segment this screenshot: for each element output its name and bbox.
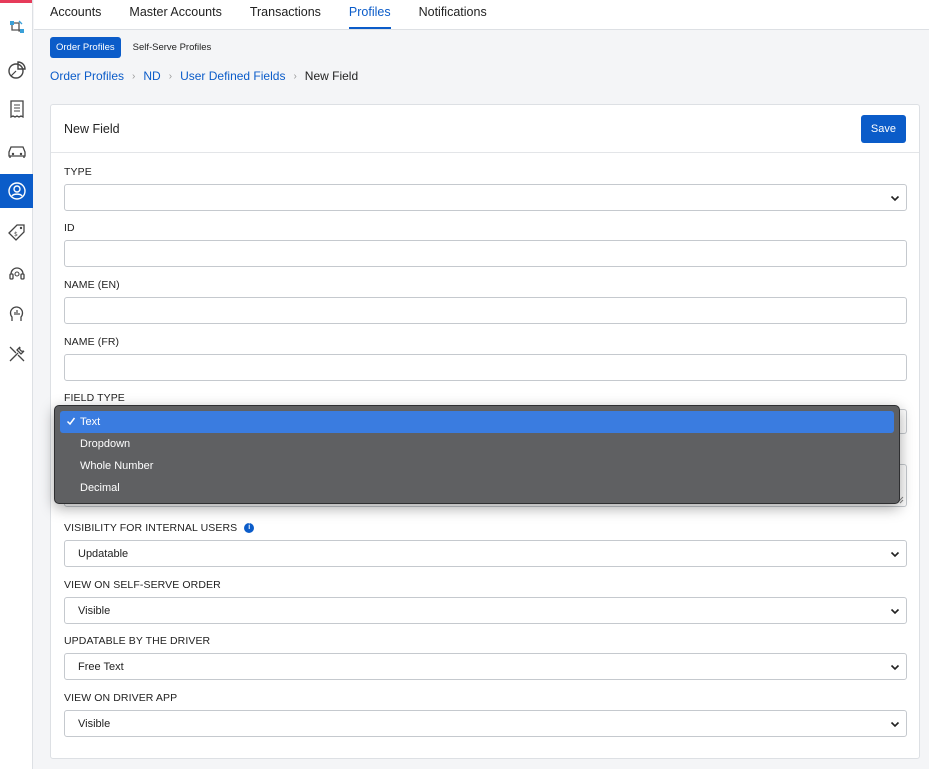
pie-chart-icon[interactable] (0, 53, 33, 87)
name-en-label: NAME (EN) (64, 278, 120, 291)
type-select[interactable] (64, 184, 907, 211)
field-type-field: FIELD TYPE (64, 391, 907, 404)
name-en-field: NAME (EN) (64, 278, 907, 324)
tab-master-accounts[interactable]: Master Accounts (129, 5, 221, 29)
id-field: ID (64, 221, 907, 267)
updatable-driver-value: Free Text (78, 660, 124, 673)
app: $ Accounts Master Accounts Transactions … (0, 0, 929, 769)
tab-notifications[interactable]: Notifications (419, 5, 487, 29)
brand-strip (0, 0, 32, 3)
visibility-internal-select[interactable]: Updatable (64, 540, 907, 567)
visibility-internal-label: VISIBILITY FOR INTERNAL USERS i (64, 521, 907, 534)
option-label: Dropdown (80, 438, 131, 450)
view-driver-app-label: VIEW ON DRIVER APP (64, 691, 178, 704)
view-self-serve-label: VIEW ON SELF-SERVE ORDER (64, 578, 221, 591)
name-en-input[interactable] (64, 297, 907, 324)
visibility-internal-value: Updatable (78, 547, 129, 560)
checkmark-icon (66, 417, 76, 426)
svg-text:$: $ (14, 231, 18, 238)
receipt-icon[interactable] (0, 92, 33, 126)
breadcrumb-order-profiles[interactable]: Order Profiles (50, 69, 124, 83)
price-tag-icon[interactable]: $ (0, 215, 33, 249)
breadcrumb-separator: › (132, 70, 136, 82)
tab-transactions[interactable]: Transactions (250, 5, 321, 29)
tab-accounts[interactable]: Accounts (50, 5, 101, 29)
info-icon[interactable]: i (244, 522, 255, 533)
sub-tabs: Order Profiles Self-Serve Profiles (50, 37, 223, 58)
field-type-option-whole-number[interactable]: Whole Number (60, 455, 894, 477)
name-fr-label: NAME (FR) (64, 335, 120, 348)
subtab-order-profiles[interactable]: Order Profiles (50, 37, 121, 58)
save-button[interactable]: Save (860, 114, 906, 143)
id-input[interactable] (64, 240, 907, 267)
routing-icon[interactable] (0, 10, 33, 44)
breadcrumb-user-defined-fields[interactable]: User Defined Fields (180, 69, 285, 83)
id-label: ID (64, 221, 75, 234)
car-icon[interactable] (0, 133, 33, 167)
updatable-driver-label: UPDATABLE BY THE DRIVER (64, 634, 211, 647)
view-driver-app-field: VIEW ON DRIVER APP Visible (64, 691, 907, 737)
option-label: Whole Number (80, 460, 154, 472)
view-driver-app-select[interactable]: Visible (64, 710, 907, 737)
field-type-label: FIELD TYPE (64, 391, 125, 404)
type-field: TYPE (64, 165, 907, 211)
breadcrumb-separator: › (293, 70, 297, 82)
breadcrumb: Order Profiles › ND › User Defined Field… (50, 69, 358, 83)
breadcrumb-current: New Field (304, 69, 359, 83)
name-fr-field: NAME (FR) (64, 335, 907, 381)
field-type-dropdown: Text Dropdown Whole Number Decimal (54, 405, 900, 504)
field-type-option-dropdown[interactable]: Dropdown (60, 433, 894, 455)
user-profile-icon[interactable] (0, 174, 33, 208)
chevron-down-icon (890, 551, 900, 557)
field-type-option-decimal[interactable]: Decimal (60, 477, 894, 499)
name-fr-input[interactable] (64, 354, 907, 381)
top-nav: Accounts Master Accounts Transactions Pr… (34, 0, 929, 30)
card-header: New Field Save (51, 105, 919, 153)
view-self-serve-field: VIEW ON SELF-SERVE ORDER Visible (64, 578, 907, 624)
breadcrumb-nd[interactable]: ND (143, 69, 160, 83)
updatable-driver-field: UPDATABLE BY THE DRIVER Free Text (64, 634, 907, 680)
headset-icon[interactable] (0, 256, 33, 290)
field-type-select[interactable] (900, 409, 907, 434)
view-driver-app-value: Visible (78, 717, 111, 730)
visibility-internal-field: VISIBILITY FOR INTERNAL USERS i Updatabl… (64, 521, 907, 567)
analytics-head-icon[interactable] (0, 296, 33, 330)
updatable-driver-select[interactable]: Free Text (64, 653, 907, 680)
chevron-down-icon (890, 608, 900, 614)
option-label: Decimal (80, 482, 120, 494)
card-title: New Field (64, 121, 120, 136)
field-type-option-text[interactable]: Text (60, 411, 894, 433)
tools-icon[interactable] (0, 337, 33, 371)
breadcrumb-separator: › (168, 70, 173, 82)
sidebar: $ (0, 0, 33, 769)
subtab-self-serve-profiles[interactable]: Self-Serve Profiles (127, 37, 218, 58)
chevron-down-icon (890, 664, 900, 670)
option-label: Text (80, 416, 101, 428)
type-label: TYPE (64, 165, 92, 178)
tab-profiles[interactable]: Profiles (348, 5, 391, 29)
visibility-internal-label-text: VISIBILITY FOR INTERNAL USERS (64, 521, 238, 534)
view-self-serve-value: Visible (78, 604, 111, 617)
chevron-down-icon (890, 721, 900, 727)
chevron-down-icon (890, 195, 900, 201)
view-self-serve-select[interactable]: Visible (64, 597, 907, 624)
